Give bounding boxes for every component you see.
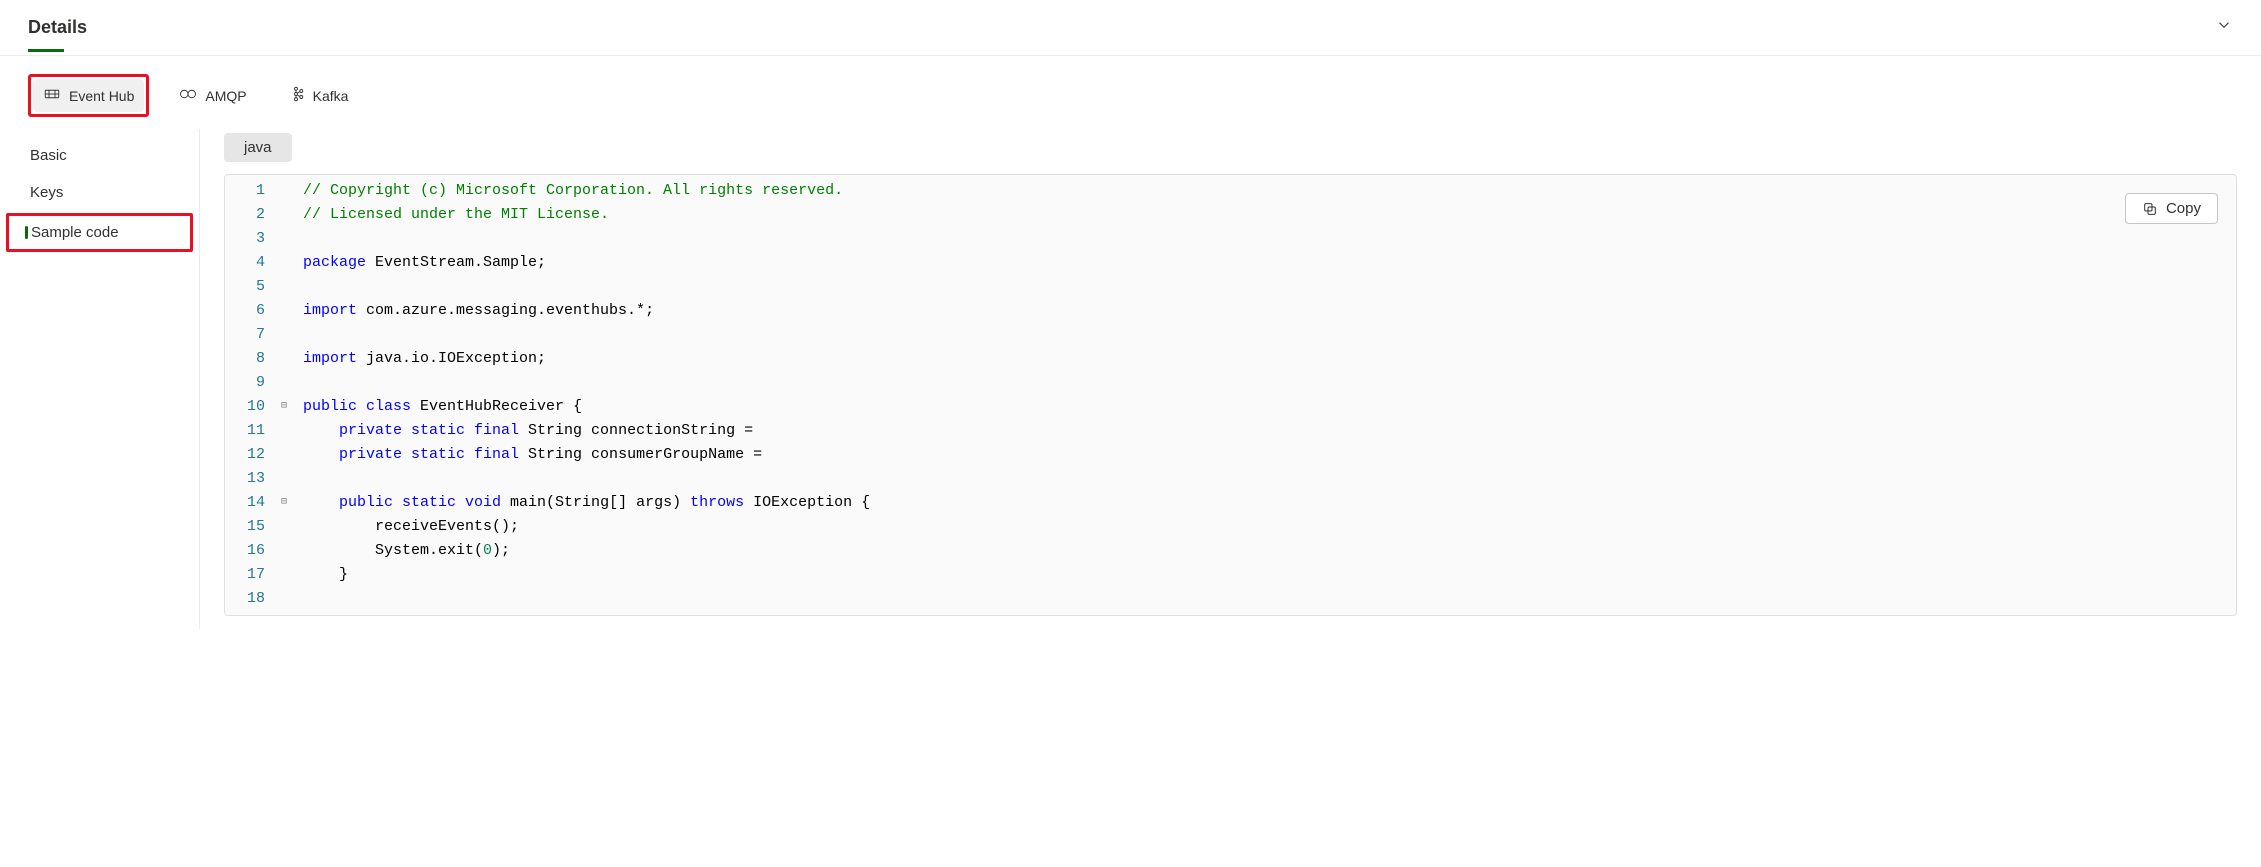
line-number: 12 [241, 443, 265, 467]
fold-gutter: ⊟⊟ [273, 175, 295, 615]
fold-marker [277, 539, 291, 563]
line-number: 8 [241, 347, 265, 371]
code-line [303, 587, 2228, 611]
highlight-protocol-eventhub: Event Hub [28, 74, 149, 117]
line-number: 14 [241, 491, 265, 515]
protocol-amqp[interactable]: AMQP [169, 79, 256, 112]
code-line: private static final String connectionSt… [303, 419, 2228, 443]
protocol-label: Kafka [313, 88, 349, 104]
kafka-icon [287, 85, 305, 106]
code-view[interactable]: 123456789101112131415161718 ⊟⊟ // Copyri… [225, 175, 2236, 615]
amqp-icon [179, 85, 197, 106]
fold-marker [277, 371, 291, 395]
line-number: 3 [241, 227, 265, 251]
line-number: 13 [241, 467, 265, 491]
code-line: import java.io.IOException; [303, 347, 2228, 371]
fold-marker [277, 275, 291, 299]
code-line: import com.azure.messaging.eventhubs.*; [303, 299, 2228, 323]
line-number: 17 [241, 563, 265, 587]
fold-marker [277, 299, 291, 323]
fold-marker [277, 203, 291, 227]
sidebar: Basic Keys Sample code [0, 129, 200, 629]
code-line: // Licensed under the MIT License. [303, 203, 2228, 227]
sidebar-item-label: Sample code [31, 224, 119, 241]
protocol-event-hub[interactable]: Event Hub [33, 79, 144, 112]
details-header: Details [0, 0, 2261, 56]
protocol-label: Event Hub [69, 88, 134, 104]
fold-marker [277, 443, 291, 467]
copy-button[interactable]: Copy [2125, 193, 2218, 224]
sidebar-item-label: Keys [30, 184, 63, 201]
fold-marker [277, 563, 291, 587]
copy-label: Copy [2166, 200, 2201, 217]
code-line: public static void main(String[] args) t… [303, 491, 2228, 515]
main-area: Basic Keys Sample code java Copy 1234567… [0, 125, 2261, 629]
fold-marker [277, 251, 291, 275]
line-number: 6 [241, 299, 265, 323]
fold-marker [277, 419, 291, 443]
line-number: 2 [241, 203, 265, 227]
code-line [303, 371, 2228, 395]
code-line [303, 227, 2228, 251]
language-pill[interactable]: java [224, 133, 292, 162]
fold-marker[interactable]: ⊟ [277, 491, 291, 515]
line-number: 9 [241, 371, 265, 395]
code-line: System.exit(0); [303, 539, 2228, 563]
sidebar-item-keys[interactable]: Keys [0, 174, 199, 211]
page-title: Details [28, 3, 87, 52]
line-number: 4 [241, 251, 265, 275]
line-number-gutter: 123456789101112131415161718 [225, 175, 273, 615]
content-panel: java Copy 123456789101112131415161718 ⊟⊟… [200, 125, 2261, 629]
fold-marker[interactable]: ⊟ [277, 395, 291, 419]
highlight-sidebar-sample-code: Sample code [6, 213, 193, 252]
line-number: 10 [241, 395, 265, 419]
code-line [303, 323, 2228, 347]
fold-marker [277, 323, 291, 347]
line-number: 15 [241, 515, 265, 539]
line-number: 1 [241, 179, 265, 203]
line-number: 5 [241, 275, 265, 299]
code-line: // Copyright (c) Microsoft Corporation. … [303, 179, 2228, 203]
fold-marker [277, 179, 291, 203]
protocol-tabs: Event Hub AMQP Kafka [0, 56, 2261, 125]
code-line: } [303, 563, 2228, 587]
chevron-down-icon [2215, 16, 2233, 34]
eventhub-icon [43, 85, 61, 106]
code-line: receiveEvents(); [303, 515, 2228, 539]
fold-marker [277, 347, 291, 371]
code-line [303, 467, 2228, 491]
protocol-kafka[interactable]: Kafka [277, 79, 359, 112]
code-line: public class EventHubReceiver { [303, 395, 2228, 419]
copy-icon [2142, 201, 2158, 217]
line-number: 16 [241, 539, 265, 563]
sidebar-item-basic[interactable]: Basic [0, 137, 199, 174]
code-lines: // Copyright (c) Microsoft Corporation. … [295, 175, 2236, 615]
sidebar-item-label: Basic [30, 147, 67, 164]
line-number: 11 [241, 419, 265, 443]
code-line: package EventStream.Sample; [303, 251, 2228, 275]
code-line [303, 275, 2228, 299]
fold-marker [277, 587, 291, 611]
collapse-toggle[interactable] [2215, 16, 2233, 39]
code-line: private static final String consumerGrou… [303, 443, 2228, 467]
line-number: 18 [241, 587, 265, 611]
code-container: Copy 123456789101112131415161718 ⊟⊟ // C… [224, 174, 2237, 616]
fold-marker [277, 467, 291, 491]
sidebar-item-sample-code[interactable]: Sample code [9, 216, 190, 249]
protocol-label: AMQP [205, 88, 246, 104]
line-number: 7 [241, 323, 265, 347]
fold-marker [277, 515, 291, 539]
fold-marker [277, 227, 291, 251]
